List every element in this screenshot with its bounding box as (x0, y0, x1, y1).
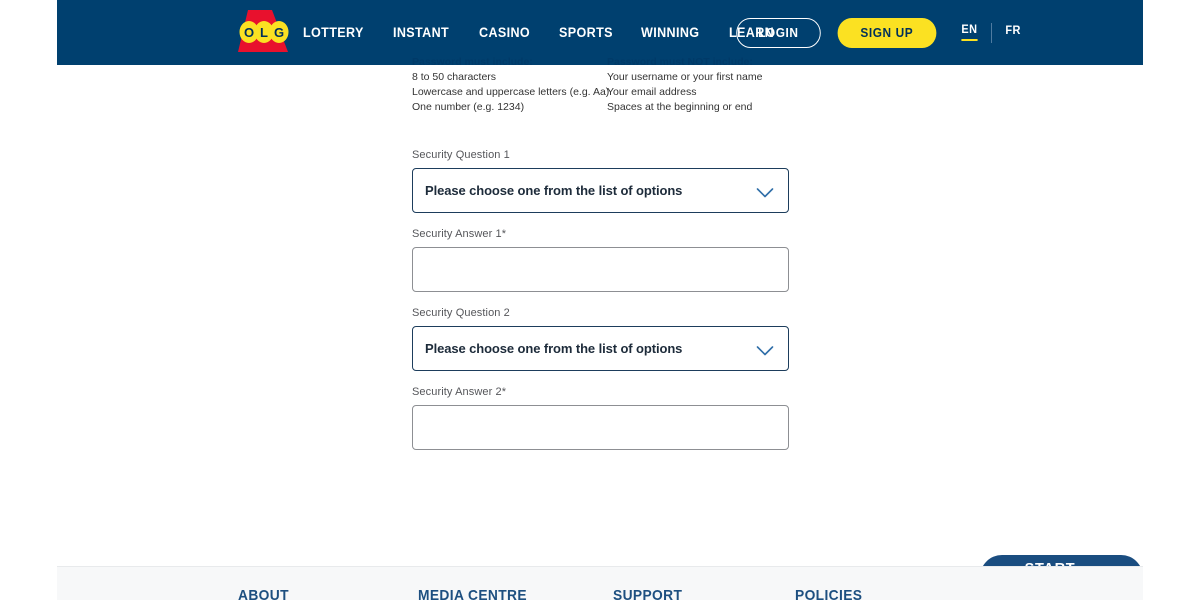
page-root: O L G LOTTERY INSTANT CASINO SPORTS WINN… (0, 0, 1200, 600)
field-security-question-1: Security Question 1 Please choose one fr… (412, 149, 789, 213)
lang-en[interactable]: EN (961, 24, 978, 41)
password-include-item: 8 to 50 characters (412, 71, 497, 83)
nav-sports[interactable]: SPORTS (559, 25, 613, 40)
label-security-question-1: Security Question 1 (412, 149, 510, 161)
password-must-include-column: Password must include: 8 to 50 character… (412, 55, 610, 115)
password-must-not-include-column: Password must NOT include: Your username… (607, 55, 832, 115)
lang-divider (990, 22, 992, 43)
login-button[interactable]: LOGIN (736, 17, 821, 48)
select-security-question-2[interactable]: Please choose one from the list of optio… (412, 326, 789, 371)
label-security-answer-1: Security Answer 1* (412, 228, 507, 240)
select-security-question-1[interactable]: Please choose one from the list of optio… (412, 168, 789, 213)
chevron-down-icon (756, 185, 774, 197)
password-include-title: Password must include: (412, 56, 533, 68)
language-switcher: EN FR (961, 20, 1021, 46)
nav-instant[interactable]: INSTANT (393, 25, 449, 40)
footer-heading-about[interactable]: ABOUT (238, 587, 289, 600)
label-security-answer-2: Security Answer 2* (412, 386, 507, 398)
password-not-include-item: Your username or your first name (607, 71, 763, 83)
svg-text:G: G (274, 25, 284, 40)
password-not-include-item: Spaces at the beginning or end (607, 101, 753, 113)
field-security-answer-2: Security Answer 2* (412, 386, 789, 450)
nav-winning[interactable]: WINNING (641, 25, 699, 40)
svg-text:L: L (260, 25, 268, 40)
select-security-question-2-value: Please choose one from the list of optio… (425, 341, 683, 356)
footer-heading-policies[interactable]: POLICIES (795, 587, 862, 600)
password-not-include-item: Your email address (607, 86, 697, 98)
chevron-down-icon (756, 343, 774, 355)
field-security-question-2: Security Question 2 Please choose one fr… (412, 307, 789, 371)
password-requirements: Password must include: 8 to 50 character… (412, 55, 832, 115)
nav-lottery[interactable]: LOTTERY (303, 25, 364, 40)
select-security-question-1-value: Please choose one from the list of optio… (425, 183, 683, 198)
content-column: O L G LOTTERY INSTANT CASINO SPORTS WINN… (57, 0, 1143, 600)
label-security-question-2: Security Question 2 (412, 307, 510, 319)
password-include-item: Lowercase and uppercase letters (e.g. Aa… (412, 86, 610, 98)
signup-button[interactable]: SIGN UP (837, 17, 937, 48)
lang-fr[interactable]: FR (1005, 25, 1021, 40)
field-security-answer-1: Security Answer 1* (412, 228, 789, 292)
input-security-answer-1[interactable] (412, 247, 789, 292)
site-footer: ABOUT MEDIA CENTRE SUPPORT POLICIES (57, 566, 1143, 600)
password-not-include-title: Password must NOT include: (607, 56, 753, 68)
olg-logo[interactable]: O L G (235, 7, 295, 55)
password-include-item: One number (e.g. 1234) (412, 101, 525, 113)
footer-heading-support[interactable]: SUPPORT (613, 587, 682, 600)
nav-casino[interactable]: CASINO (479, 25, 530, 40)
footer-heading-media-centre[interactable]: MEDIA CENTRE (418, 587, 527, 600)
input-security-answer-2[interactable] (412, 405, 789, 450)
svg-text:O: O (244, 25, 254, 40)
